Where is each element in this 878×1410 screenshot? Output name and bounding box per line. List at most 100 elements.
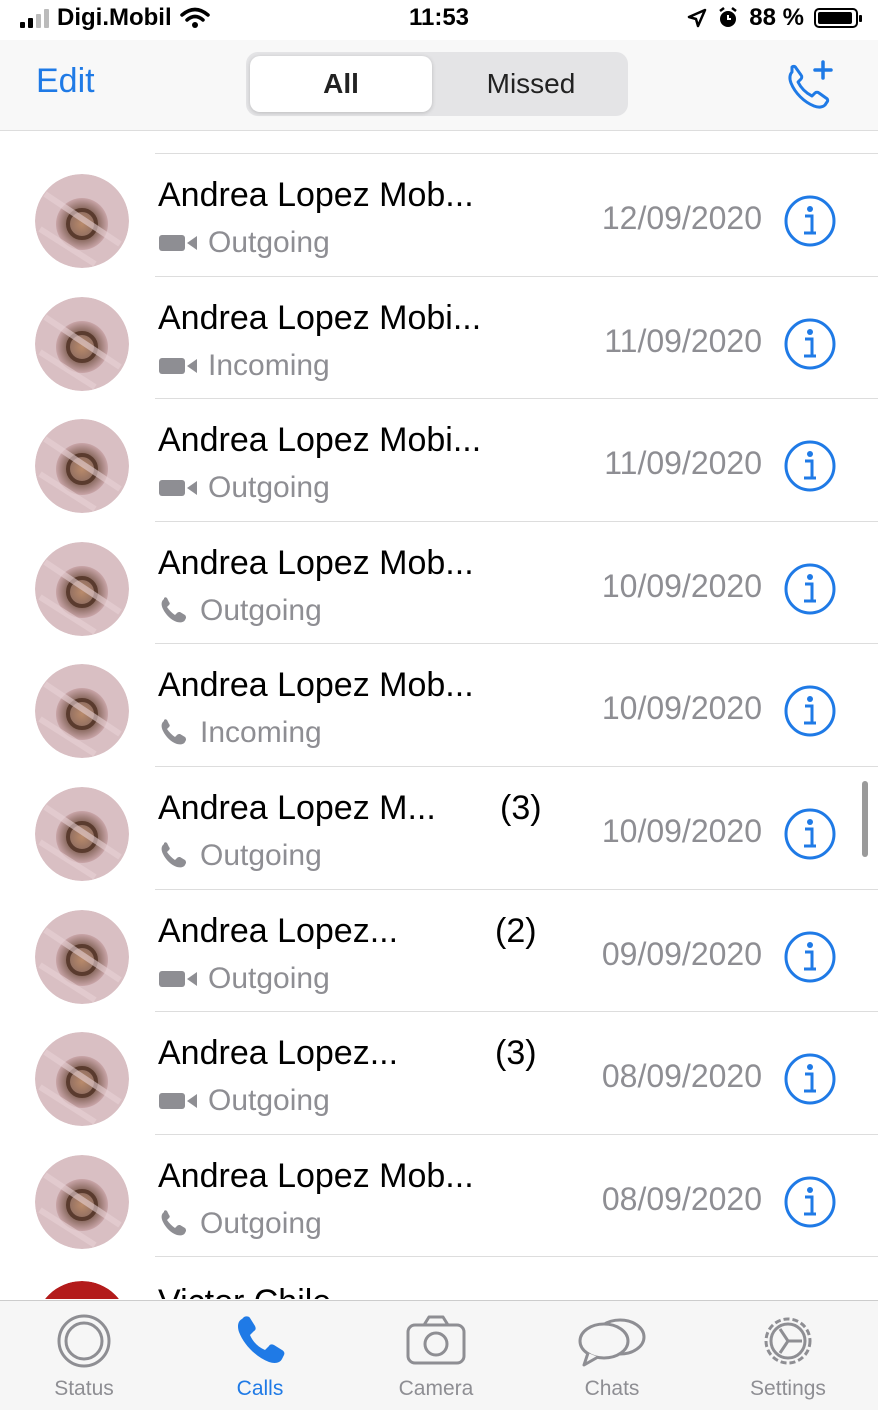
contact-name: Victor Chile <box>158 1283 331 1299</box>
call-date: 11/09/2020 <box>604 445 762 482</box>
avatar <box>35 787 129 881</box>
call-row[interactable]: Andrea Lopez Mob... Outgoing 12/09/2020 <box>0 154 878 277</box>
call-count: (2) <box>495 911 537 950</box>
contact-name: Andrea Lopez Mobi... <box>158 298 482 337</box>
segment-all[interactable]: All <box>250 56 432 112</box>
call-direction: Outgoing <box>158 962 330 996</box>
avatar <box>48 131 118 133</box>
avatar <box>35 419 129 514</box>
video-call-icon <box>159 1093 197 1110</box>
tab-settings[interactable]: Settings <box>718 1311 858 1401</box>
call-direction: Outgoing <box>158 1084 330 1118</box>
status-bar: Digi.Mobil 11:53 88 % <box>0 0 878 36</box>
segment-missed[interactable]: Missed <box>440 56 622 112</box>
contact-name: Andrea Lopez Mob... <box>158 1156 474 1195</box>
video-call-icon <box>159 357 197 374</box>
call-row[interactable]: Andrea Lopez Mob... Incoming 10/09/2020 <box>0 644 878 767</box>
direction-label: Outgoing <box>208 961 330 995</box>
call-row-partial[interactable]: Victor Chile <box>0 1261 878 1299</box>
call-filter-segmented-control: All Missed <box>246 52 628 116</box>
contact-name: Andrea Lopez Mob... <box>158 666 474 705</box>
voice-call-icon <box>161 719 186 745</box>
video-call-icon <box>159 480 197 497</box>
avatar <box>45 1281 119 1299</box>
call-direction: Outgoing <box>158 226 330 260</box>
avatar <box>35 1032 129 1127</box>
battery-icon <box>814 8 862 28</box>
call-row[interactable]: Andrea Lopez... (2) Outgoing 09/09/2020 <box>0 890 878 1013</box>
contact-name: Andrea Lopez M... <box>158 789 436 827</box>
info-icon[interactable] <box>783 1175 837 1229</box>
call-date: 08/09/2020 <box>601 1058 762 1095</box>
avatar <box>35 541 129 636</box>
call-count: (3) <box>495 1034 537 1073</box>
call-date: 10/09/2020 <box>601 690 762 727</box>
avatar <box>35 664 129 759</box>
direction-label: Outgoing <box>208 1084 330 1118</box>
video-call-icon <box>159 235 197 251</box>
call-row[interactable]: Andrea Lopez M... (3) Outgoing 10/09/2020 <box>0 767 878 890</box>
info-icon[interactable] <box>783 930 837 984</box>
tab-label: Status <box>54 1377 114 1400</box>
direction-label: Incoming <box>208 348 330 382</box>
tab-status[interactable]: Status <box>14 1311 154 1401</box>
battery-percent: 88 % <box>749 4 804 31</box>
direction-label: Outgoing <box>200 1206 322 1240</box>
call-date: 09/09/2020 <box>601 935 762 972</box>
tab-label: Chats <box>584 1377 640 1400</box>
info-icon[interactable] <box>783 439 837 493</box>
video-call-icon <box>159 970 197 987</box>
separator <box>155 1256 878 1258</box>
info-icon[interactable] <box>783 317 837 371</box>
call-row[interactable]: Andrea Lopez Mobi... Outgoing 11/09/2020 <box>0 399 878 522</box>
call-row[interactable]: Andrea Lopez Mob... Outgoing 10/09/2020 <box>0 522 878 645</box>
call-direction: Incoming <box>158 716 322 750</box>
tab-calls[interactable]: Calls <box>190 1311 330 1401</box>
call-direction: Outgoing <box>158 1207 322 1241</box>
avatar <box>35 296 129 391</box>
tab-chats[interactable]: Chats <box>542 1311 682 1401</box>
direction-label: Outgoing <box>200 839 322 872</box>
call-date: 10/09/2020 <box>601 567 762 604</box>
avatar <box>35 909 129 1004</box>
status-icon <box>57 1314 111 1368</box>
call-date: 10/09/2020 <box>601 813 762 849</box>
info-icon[interactable] <box>783 807 837 861</box>
voice-call-icon <box>161 842 186 868</box>
tab-camera[interactable]: Camera <box>366 1311 506 1401</box>
info-icon[interactable] <box>783 194 837 248</box>
voice-call-icon <box>161 597 186 623</box>
call-date: 12/09/2020 <box>601 200 762 236</box>
info-icon[interactable] <box>783 562 837 616</box>
call-count: (3) <box>500 789 542 827</box>
call-direction: Outgoing <box>158 839 322 873</box>
chats-icon <box>578 1318 646 1367</box>
tab-label: Calls <box>236 1377 284 1400</box>
scroll-indicator[interactable] <box>862 781 868 857</box>
call-direction: Outgoing <box>158 471 330 505</box>
direction-label: Outgoing <box>208 226 330 259</box>
camera-icon <box>406 1315 466 1365</box>
alarm-icon <box>719 7 738 27</box>
phone-plus-icon[interactable] <box>780 58 840 114</box>
call-row[interactable]: Andrea Lopez Mobi... Incoming 11/09/2020 <box>0 277 878 400</box>
info-icon[interactable] <box>783 1052 837 1106</box>
tab-label: Settings <box>750 1377 826 1400</box>
call-date: 08/09/2020 <box>601 1180 762 1217</box>
call-row[interactable]: Andrea Lopez Mob... Outgoing 08/09/2020 <box>0 1135 878 1258</box>
call-date: 11/09/2020 <box>604 322 762 359</box>
call-direction: Incoming <box>158 349 330 383</box>
contact-name: Andrea Lopez... <box>158 911 399 950</box>
nav-bar: Edit All Missed <box>0 40 878 131</box>
gear-icon <box>764 1317 812 1365</box>
call-row[interactable]: Andrea Lopez... (3) Outgoing 08/09/2020 <box>0 1012 878 1135</box>
direction-label: Outgoing <box>200 593 322 627</box>
contact-name: Andrea Lopez Mobi... <box>158 421 482 460</box>
tab-bar: Status Calls Camera Chats Settings <box>0 1300 878 1410</box>
status-right: 88 % <box>687 4 862 32</box>
location-arrow-icon <box>688 8 707 28</box>
edit-button[interactable]: Edit <box>36 62 95 101</box>
direction-label: Incoming <box>200 716 322 750</box>
avatar <box>35 174 129 268</box>
info-icon[interactable] <box>783 684 837 738</box>
